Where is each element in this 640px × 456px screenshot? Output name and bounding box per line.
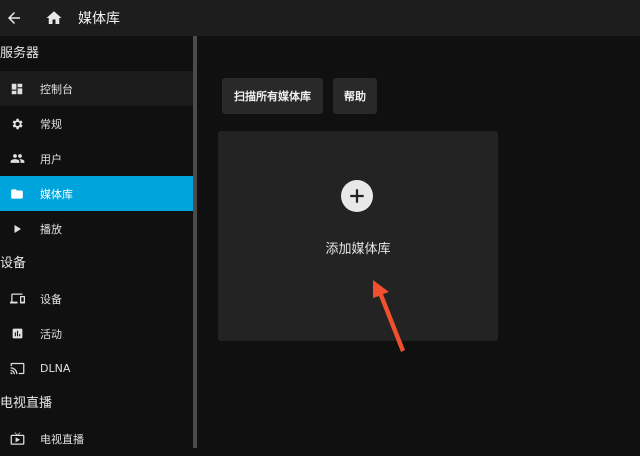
red-arrow-icon: [373, 280, 405, 352]
top-bar: 媒体库: [0, 0, 640, 36]
sidebar-item-dlna[interactable]: DLNA: [0, 351, 193, 386]
sidebar-item-label: DLNA: [40, 362, 71, 375]
sidebar-item-general[interactable]: 常规: [0, 106, 193, 141]
dashboard-icon: [9, 81, 25, 97]
live-tv-icon: [9, 431, 25, 447]
gear-icon: [9, 116, 25, 132]
sidebar-item-label: 常规: [40, 117, 62, 131]
devices-icon: [9, 291, 25, 307]
sidebar-item-activity[interactable]: 活动: [0, 316, 193, 351]
sidebar-item-label: 媒体库: [40, 187, 73, 201]
sidebar-item-label: 用户: [40, 152, 62, 166]
scan-all-libraries-button[interactable]: 扫描所有媒体库: [222, 78, 323, 114]
sidebar-item-label: 电视直播: [40, 432, 84, 446]
sidebar: 服务器 控制台 常规 用户 媒体库 播放 设备 设备 活动 DLNA 电视直播 …: [0, 36, 193, 448]
sidebar-item-devices[interactable]: 设备: [0, 281, 193, 316]
sidebar-item-playback[interactable]: 播放: [0, 211, 193, 246]
section-title-server: 服务器: [0, 46, 40, 61]
dlna-icon: [9, 361, 25, 377]
add-library-card[interactable]: 添加媒体库: [218, 131, 498, 341]
help-button[interactable]: 帮助: [333, 78, 377, 114]
sidebar-item-libraries[interactable]: 媒体库: [0, 176, 193, 211]
people-icon: [9, 151, 25, 167]
folder-icon: [9, 186, 25, 202]
sidebar-item-label: 活动: [40, 327, 62, 341]
activity-icon: [9, 326, 25, 342]
page-title: 媒体库: [78, 11, 120, 27]
sidebar-item-live-tv[interactable]: 电视直播: [0, 421, 193, 456]
sidebar-item-users[interactable]: 用户: [0, 141, 193, 176]
section-title-devices: 设备: [0, 256, 27, 271]
home-icon[interactable]: [44, 8, 64, 28]
sidebar-item-label: 设备: [40, 292, 62, 306]
plus-circle-icon[interactable]: [341, 180, 373, 212]
play-icon: [9, 221, 25, 237]
sidebar-item-label: 控制台: [40, 82, 73, 96]
section-title-live-tv: 电视直播: [0, 396, 53, 411]
sidebar-item-label: 播放: [40, 222, 62, 236]
sidebar-item-dashboard[interactable]: 控制台: [0, 71, 193, 106]
main-content: 扫描所有媒体库 帮助 添加媒体库: [197, 36, 640, 448]
add-library-label: 添加媒体库: [325, 242, 391, 257]
back-arrow-icon[interactable]: [4, 8, 24, 28]
